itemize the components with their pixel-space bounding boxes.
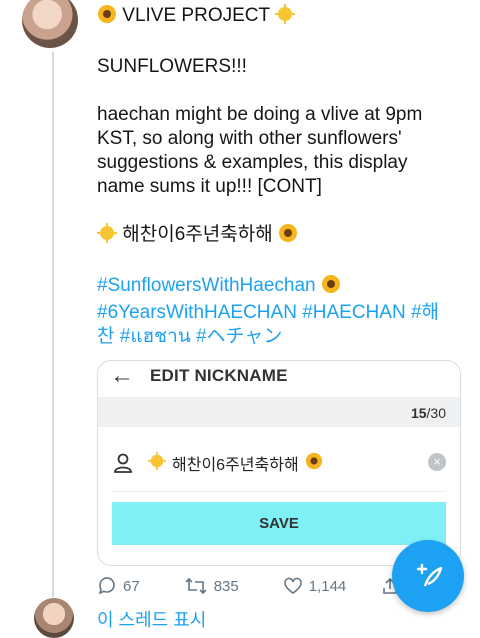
nickname-value: 해찬이6주년축하해 [172, 457, 299, 474]
sunflower-icon [278, 223, 298, 250]
reply-icon [98, 577, 115, 595]
tweet-body-line: haechan might be doing a vlive at 9pm [97, 104, 423, 125]
sunflower-icon [321, 274, 341, 301]
clear-icon: × [428, 453, 446, 471]
sunflower-icon [97, 4, 117, 31]
tweet-body-line: name sums it up!!! [CONT] [97, 176, 322, 197]
card-header: ← EDIT NICKNAME [98, 361, 460, 391]
embedded-image-card[interactable]: ← EDIT NICKNAME 15/30 해찬이6주년축하해 × SAVE [97, 360, 461, 566]
compose-tweet-button[interactable] [392, 540, 464, 612]
tweet-header-text: VLIVE PROJECT [122, 5, 270, 26]
tweet-body-line: KST, so along with other sunflowers' [97, 128, 402, 149]
counter-bar: 15/30 [98, 397, 460, 427]
character-counter: 15/30 [411, 405, 446, 421]
like-button[interactable]: 1,144 [283, 576, 347, 596]
thread-line [52, 52, 54, 597]
compose-icon [416, 563, 443, 587]
hashtag-link[interactable]: #SunflowersWithHaechan [97, 275, 316, 296]
nickname-input-row: 해찬이6주년축하해 × [112, 435, 446, 492]
avatar[interactable] [34, 598, 74, 638]
tweet-body-line: suggestions & examples, this display [97, 152, 408, 173]
sunflower-icon [305, 452, 323, 475]
sun-icon [148, 451, 166, 475]
display-name-line: 해찬이6주년축하해 [97, 223, 457, 250]
retweet-icon [185, 577, 207, 595]
reply-count: 67 [123, 577, 140, 595]
reply-button[interactable]: 67 [97, 576, 140, 596]
card-title: EDIT NICKNAME [150, 366, 288, 385]
like-count: 1,144 [308, 577, 347, 595]
retweet-count: 835 [213, 577, 239, 595]
heart-icon [283, 577, 302, 594]
display-name-text: 해찬이6주년축하해 [122, 224, 273, 245]
save-button: SAVE [112, 502, 446, 545]
hashtag-link[interactable]: #6YearsWithHAECHAN #HAECHAN #해 [97, 301, 457, 325]
counter-max: /30 [426, 405, 446, 421]
counter-current: 15 [410, 405, 427, 421]
sun-icon [97, 223, 117, 250]
user-icon [114, 453, 132, 473]
back-arrow-icon: ← [110, 362, 134, 389]
avatar[interactable] [22, 0, 78, 48]
hashtag-link[interactable]: 찬 #แฮชาน #ヘチャン [97, 325, 457, 349]
tweet-sunflowers-line: SUNFLOWERS!!! [97, 56, 247, 77]
show-thread-link[interactable]: 이 스레드 표시 [97, 606, 206, 632]
hashtag-line: #SunflowersWithHaechan [97, 274, 457, 301]
tweet-header-line: VLIVE PROJECT [97, 4, 457, 31]
nickname-field: 해찬이6주년축하해 [148, 451, 323, 475]
retweet-button[interactable]: 835 [184, 576, 239, 596]
sun-icon [275, 4, 296, 31]
tweet-text: VLIVE PROJECT SUNFLOWERS!!! haechan migh… [97, 4, 457, 349]
